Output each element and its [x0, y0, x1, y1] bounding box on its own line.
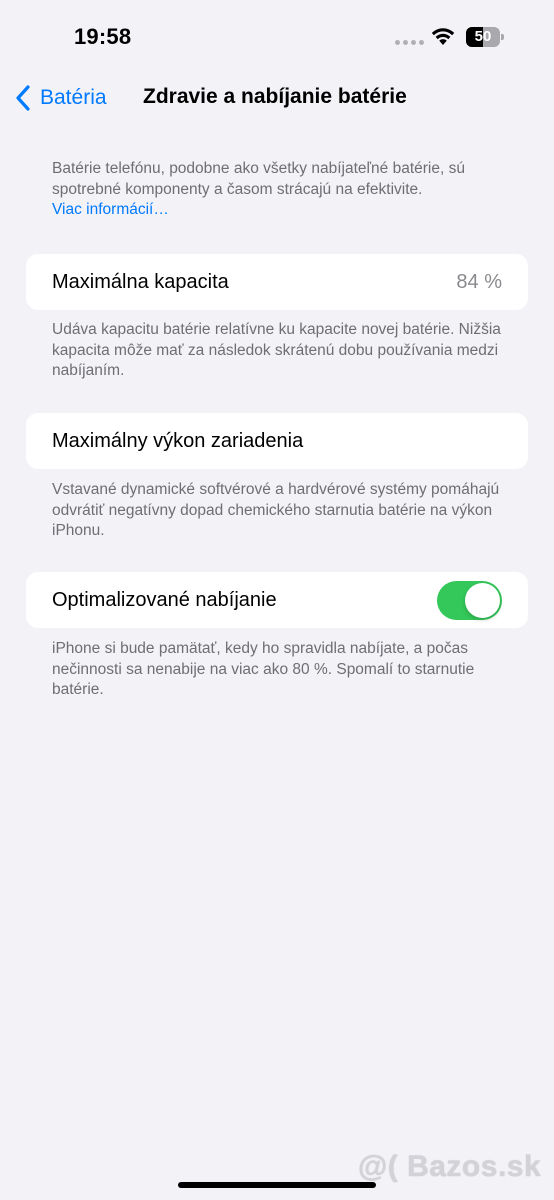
battery-percent: 50 — [474, 28, 492, 45]
learn-more-link[interactable]: Viac informácií… — [52, 201, 169, 218]
back-button[interactable]: Batéria — [14, 83, 107, 113]
optimized-charging-row: Optimalizované nabíjanie — [26, 572, 528, 628]
max-capacity-footnote: Udáva kapacitu batérie relatívne ku kapa… — [52, 321, 501, 379]
peak-performance-footnote: Vstavané dynamické softvérové a hardvéro… — [52, 481, 500, 539]
navigation-bar: Batéria Zdravie a nabíjanie batérie — [0, 75, 554, 121]
optimized-charging-footnote: iPhone si bude pamätať, kedy ho spravidl… — [52, 640, 475, 698]
intro-description: Batérie telefónu, podobne ako všetky nab… — [52, 159, 522, 221]
intro-text: Batérie telefónu, podobne ako všetky nab… — [52, 160, 465, 198]
page-title: Zdravie a nabíjanie batérie — [143, 85, 407, 108]
back-label: Batéria — [40, 86, 107, 109]
max-capacity-value: 84 % — [456, 271, 502, 293]
status-bar: 19:58 50 — [0, 0, 554, 75]
max-capacity-label: Maximálna kapacita — [52, 271, 229, 293]
toggle-knob — [465, 583, 500, 618]
home-indicator[interactable] — [178, 1182, 376, 1188]
wifi-icon — [431, 28, 455, 45]
cellular-no-service-icon — [395, 40, 424, 45]
status-time: 19:58 — [74, 24, 132, 49]
optimized-charging-toggle[interactable] — [437, 581, 502, 620]
watermark: @( Bazos.sk — [358, 1150, 542, 1183]
peak-performance-label: Maximálny výkon zariadenia — [52, 430, 304, 452]
chevron-left-icon — [16, 85, 30, 111]
optimized-charging-label: Optimalizované nabíjanie — [52, 589, 277, 611]
peak-performance-row[interactable]: Maximálny výkon zariadenia — [26, 413, 528, 469]
battery-icon: 50 — [466, 27, 504, 47]
max-capacity-row: Maximálna kapacita 84 % — [26, 254, 528, 310]
